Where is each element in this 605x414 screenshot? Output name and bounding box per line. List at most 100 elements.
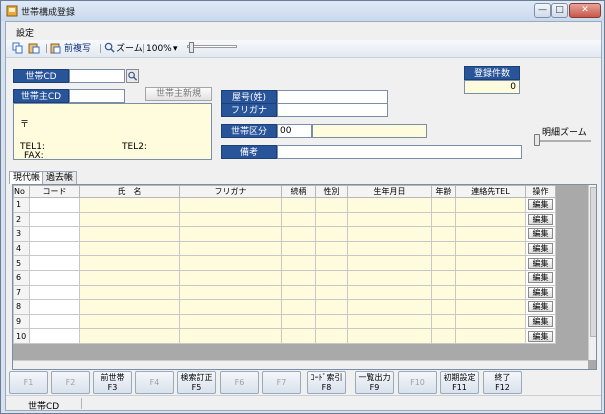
vertical-scroll-thumb[interactable] — [590, 187, 596, 337]
grid-cell[interactable] — [315, 313, 348, 330]
grid-cell[interactable] — [79, 255, 180, 271]
grid-cell[interactable] — [431, 226, 456, 242]
grid-cell[interactable] — [347, 211, 432, 228]
grid-vertical-scrollbar[interactable] — [588, 185, 596, 360]
code-cell[interactable] — [29, 313, 80, 330]
grid-cell[interactable] — [281, 299, 316, 315]
grid-cell[interactable] — [431, 255, 456, 271]
grid-cell[interactable] — [347, 226, 432, 242]
table-row[interactable]: 1 編集 — [13, 197, 589, 213]
close-button[interactable]: ✕ — [569, 3, 601, 18]
grid-cell[interactable] — [79, 197, 180, 213]
grid-cell[interactable] — [347, 197, 432, 213]
grid-cell[interactable] — [281, 284, 316, 301]
grid-cell[interactable] — [431, 313, 456, 330]
grid-cell[interactable] — [431, 269, 456, 286]
grid-cell[interactable] — [455, 284, 526, 301]
table-row[interactable]: 2 編集 — [13, 211, 589, 228]
grid-cell[interactable] — [347, 269, 432, 286]
code-cell[interactable] — [29, 211, 80, 228]
grid-cell[interactable] — [315, 240, 348, 257]
grid-cell[interactable] — [347, 313, 432, 330]
table-row[interactable]: 3 編集 — [13, 226, 589, 242]
grid-cell[interactable] — [79, 284, 180, 301]
paste-icon[interactable] — [28, 42, 40, 56]
grid-cell[interactable] — [281, 269, 316, 286]
grid-cell[interactable] — [431, 211, 456, 228]
grid-cell[interactable] — [281, 313, 316, 330]
grid-cell[interactable] — [179, 240, 282, 257]
copy-icon[interactable] — [12, 42, 24, 56]
grid-cell[interactable] — [455, 226, 526, 242]
grid-cell[interactable] — [455, 269, 526, 286]
grid-cell[interactable] — [179, 299, 282, 315]
detail-zoom-thumb[interactable] — [534, 134, 540, 146]
code-cell[interactable] — [29, 269, 80, 286]
grid-cell[interactable] — [281, 197, 316, 213]
grid-cell[interactable] — [315, 197, 348, 213]
table-row[interactable]: 7 編集 — [13, 284, 589, 301]
grid-cell[interactable] — [315, 226, 348, 242]
edit-button[interactable]: 編集 — [528, 286, 553, 298]
grid-cell[interactable] — [347, 284, 432, 301]
grid-cell[interactable] — [179, 211, 282, 228]
zoom-slider[interactable] — [187, 45, 237, 48]
search-button[interactable] — [126, 69, 139, 83]
grid-cell[interactable] — [79, 226, 180, 242]
fkey-f1[interactable]: F1 — [9, 371, 48, 394]
grid-cell[interactable] — [315, 284, 348, 301]
grid-cell[interactable] — [431, 284, 456, 301]
grid-cell[interactable] — [347, 255, 432, 271]
grid-cell[interactable] — [431, 328, 456, 344]
code-cell[interactable] — [29, 284, 80, 301]
edit-button[interactable]: 編集 — [528, 243, 553, 255]
grid-cell[interactable] — [281, 226, 316, 242]
grid-cell[interactable] — [179, 226, 282, 242]
minimize-button[interactable]: — — [534, 3, 551, 18]
grid-cell[interactable] — [431, 299, 456, 315]
grid-cell[interactable] — [455, 299, 526, 315]
grid-cell[interactable] — [179, 313, 282, 330]
new-head-button[interactable]: 世帯主新規 — [145, 87, 212, 101]
grid-cell[interactable] — [79, 299, 180, 315]
edit-button[interactable]: 編集 — [528, 199, 553, 211]
grid-cell[interactable] — [455, 211, 526, 228]
grid-cell[interactable] — [455, 197, 526, 213]
grid-cell[interactable] — [281, 328, 316, 344]
furigana-input[interactable] — [277, 103, 388, 117]
copy-prev-icon[interactable] — [50, 42, 62, 56]
edit-button[interactable]: 編集 — [528, 213, 553, 225]
fkey-f8[interactable]: ｺｰﾄﾞ索引 F8 — [307, 371, 346, 394]
fkey-f7[interactable]: F7 — [262, 371, 301, 394]
grid-cell[interactable] — [431, 240, 456, 257]
edit-button[interactable]: 編集 — [528, 330, 553, 342]
tab-current[interactable]: 現代帳 — [9, 171, 45, 184]
edit-button[interactable]: 編集 — [528, 272, 553, 284]
fkey-f12[interactable]: 終了 F12 — [483, 371, 522, 394]
grid-cell[interactable] — [455, 240, 526, 257]
detail-zoom-slider[interactable] — [536, 140, 591, 142]
edit-button[interactable]: 編集 — [528, 301, 553, 313]
grid-cell[interactable] — [455, 313, 526, 330]
grid-cell[interactable] — [455, 255, 526, 271]
grid-cell[interactable] — [315, 269, 348, 286]
chevron-down-icon[interactable]: ▾ — [173, 42, 178, 56]
head-cd-input[interactable] — [69, 89, 125, 103]
edit-button[interactable]: 編集 — [528, 228, 553, 240]
table-row[interactable]: 5 編集 — [13, 255, 589, 271]
shop-name-input[interactable] — [277, 90, 388, 104]
grid-cell[interactable] — [347, 240, 432, 257]
fkey-f4[interactable]: F4 — [135, 371, 174, 394]
grid-cell[interactable] — [347, 328, 432, 344]
grid-cell[interactable] — [431, 197, 456, 213]
table-row[interactable]: 9 編集 — [13, 313, 589, 330]
grid-cell[interactable] — [315, 328, 348, 344]
fkey-f2[interactable]: F2 — [51, 371, 90, 394]
copy-prev-button[interactable]: 前複写 — [64, 42, 91, 56]
edit-button[interactable]: 編集 — [528, 257, 553, 269]
grid-horizontal-scrollbar[interactable] — [13, 360, 588, 369]
grid-cell[interactable] — [179, 255, 282, 271]
grid-cell[interactable] — [79, 328, 180, 344]
table-row[interactable]: 6 編集 — [13, 269, 589, 286]
fkey-f3[interactable]: 前世帯 F3 — [93, 371, 132, 394]
